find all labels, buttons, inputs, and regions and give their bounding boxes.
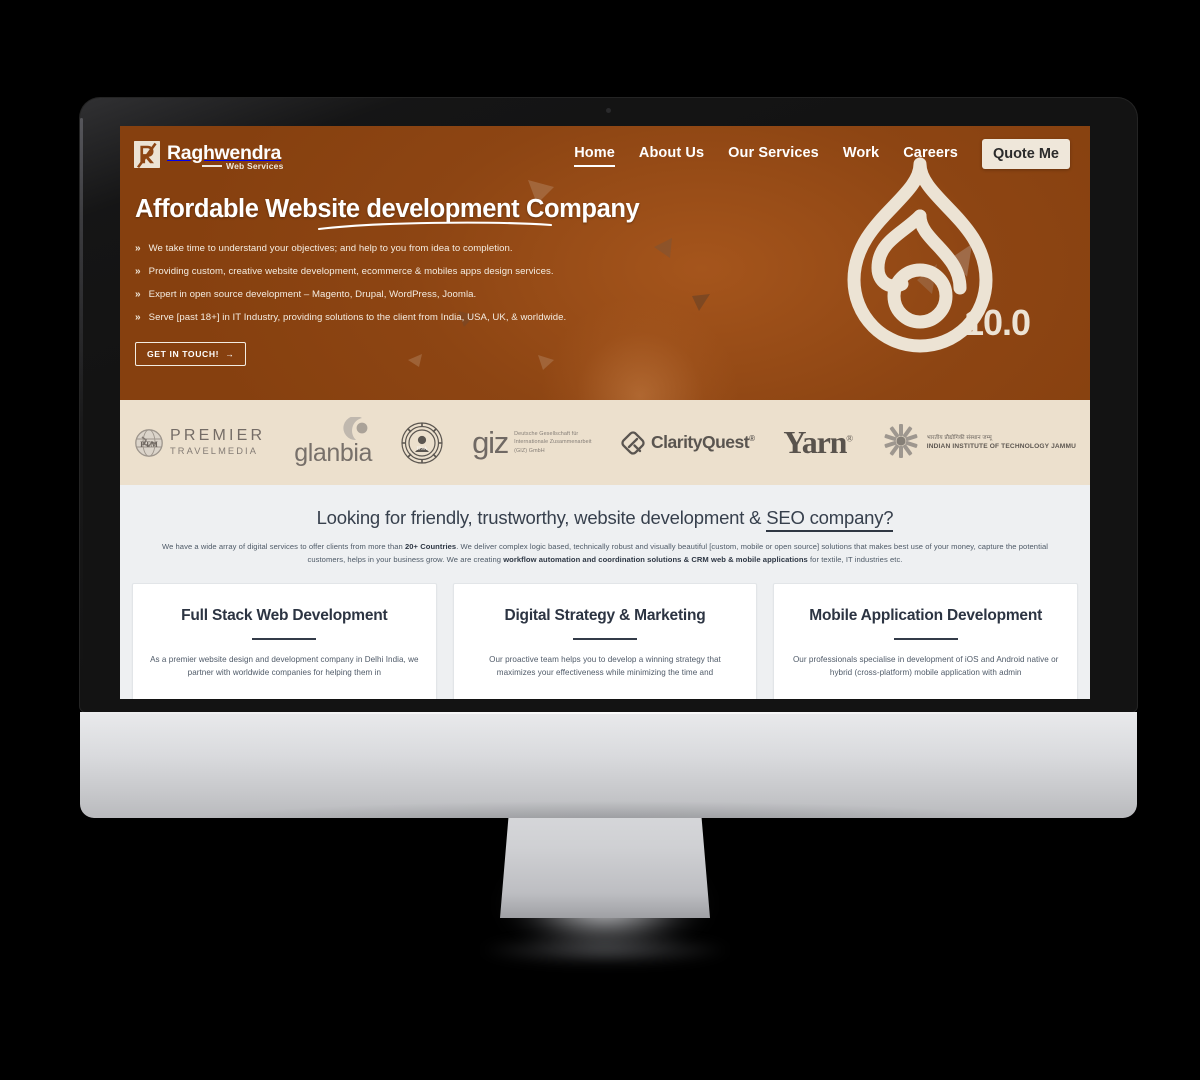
hero-bullet-text: Expert in open source development – Mage…	[148, 289, 477, 300]
hero-bullet-list: » We take time to understand your object…	[135, 243, 720, 324]
client-logo-giz: giz Deutsche Gesellschaft für Internatio…	[472, 424, 592, 460]
card-body: Our proactive team helps you to develop …	[489, 654, 721, 678]
card-body: Our professionals specialise in developm…	[792, 654, 1059, 678]
hero-bullet: » Providing custom, creative website dev…	[135, 266, 720, 278]
double-chevron-right-icon: »	[135, 312, 141, 323]
paragraph-part-bold: workflow automation and coordination sol…	[503, 555, 808, 565]
paragraph-part-bold: 20+ Countries	[404, 542, 457, 551]
stand-foot-shadow	[430, 930, 780, 970]
card-divider	[893, 638, 958, 640]
globe-icon: PTM	[135, 428, 163, 457]
client-name-clarityquest: ClarityQuest®	[651, 432, 755, 452]
bezel-left-edge	[80, 118, 83, 678]
card-title: Full Stack Web Development	[181, 606, 388, 624]
iit-jammu-emblem-icon	[884, 423, 918, 458]
title-underline-swoosh-icon	[317, 221, 553, 231]
client-name-glanbia: glanbia	[294, 439, 373, 467]
client-logo-premier-travel-media: PTM PREMIER TRAVELMEDIA	[134, 428, 265, 458]
double-chevron-right-icon: »	[135, 243, 141, 254]
hero-bullet: » Serve [past 18+] in IT Industry, provi…	[135, 312, 720, 324]
client-name-iit-jammu: भारतीय प्रौद्योगिकी संस्थान जम्मू INDIAN…	[927, 435, 1076, 451]
brand-tagline-row: Web Services	[168, 161, 1090, 171]
client-logo-iit-jammu: भारतीय प्रौद्योगिकी संस्थान जम्मू INDIAN…	[881, 422, 1076, 464]
client-logo-strip: PTM PREMIER TRAVELMEDIA glanbia IPSA giz…	[120, 400, 1090, 485]
drupal-droplet-graphic: 10.0	[836, 154, 1031, 359]
desktop-monitor: Raghwendra Home About Us Our Services Wo…	[80, 98, 1137, 712]
brand-tagline: Web Services	[226, 161, 284, 171]
clarityquest-diamond-icon	[621, 430, 645, 455]
monitor-stand-neck	[500, 818, 710, 918]
svg-text:PTM: PTM	[140, 440, 158, 449]
paragraph-part: We have a wide array of digital services…	[161, 542, 405, 551]
card-title: Digital Strategy & Marketing	[504, 606, 706, 624]
client-name-premier: PREMIER TRAVELMEDIA	[170, 428, 265, 456]
website-page: Raghwendra Home About Us Our Services Wo…	[120, 126, 1090, 699]
service-cards: Full Stack Web Development As a premier …	[120, 567, 1090, 699]
hero-bullet-text: Providing custom, creative website devel…	[148, 266, 554, 277]
chin-shadow	[80, 784, 1137, 818]
client-name-yarn: Yarn®	[783, 424, 853, 460]
premier-line2: TRAVELMEDIA	[170, 446, 259, 457]
client-name-giz: giz	[472, 424, 509, 460]
client-logo-government-seal: IPSA	[401, 421, 443, 464]
screen-viewport: Raghwendra Home About Us Our Services Wo…	[120, 126, 1090, 699]
client-logo-glanbia: glanbia	[294, 417, 372, 468]
hero-title: Affordable Website development Company	[135, 195, 640, 231]
double-chevron-right-icon: »	[135, 289, 141, 300]
service-card-mobile-application-development[interactable]: Mobile Application Development Our profe…	[773, 582, 1079, 699]
iit-english-name: INDIAN INSTITUTE OF TECHNOLOGY JAMMU	[926, 442, 1076, 450]
webcam-icon	[606, 108, 611, 113]
hero-copy: Affordable Website development Company »…	[120, 171, 720, 366]
client-logo-yarn: Yarn®	[783, 424, 853, 461]
drupal-version-label: 10.0	[964, 302, 1031, 343]
section-paragraph: We have a wide array of digital services…	[155, 540, 1055, 567]
card-title: Mobile Application Development	[809, 606, 1043, 624]
screenshot-stage: Raghwendra Home About Us Our Services Wo…	[0, 0, 1200, 1080]
get-in-touch-button[interactable]: GET IN TOUCH! →	[135, 342, 247, 366]
hero-bullet-text: We take time to understand your objectiv…	[148, 243, 513, 254]
brand-rule	[202, 165, 222, 167]
card-divider	[573, 638, 637, 640]
hero-section: Raghwendra Home About Us Our Services Wo…	[120, 126, 1090, 400]
svg-text:IPSA: IPSA	[417, 447, 428, 452]
section-heading: Looking for friendly, trustworthy, websi…	[120, 507, 1090, 532]
double-chevron-right-icon: »	[135, 266, 141, 277]
hero-bullet: » Expert in open source development – Ma…	[135, 289, 720, 301]
paragraph-part: for textile, IT industries etc.	[807, 555, 903, 565]
government-seal-icon: IPSA	[401, 421, 443, 464]
hero-bullet-text: Serve [past 18+] in IT Industry, providi…	[148, 312, 567, 323]
section-heading-underlined: SEO company?	[766, 507, 894, 532]
client-desc-giz: Deutsche Gesellschaft für Internationale…	[514, 430, 592, 454]
monitor-chin	[80, 712, 1137, 818]
arrow-right-icon: →	[225, 349, 235, 359]
section-heading-prefix: Looking for friendly, trustworthy, websi…	[316, 507, 767, 528]
premier-line1: PREMIER	[170, 427, 266, 445]
service-card-digital-strategy-marketing[interactable]: Digital Strategy & Marketing Our proacti…	[452, 582, 758, 699]
iit-hindi-name: भारतीय प्रौद्योगिकी संस्थान जम्मू	[926, 434, 992, 441]
client-logo-clarityquest: ClarityQuest®	[621, 430, 755, 455]
service-card-full-stack-web-development[interactable]: Full Stack Web Development As a premier …	[132, 582, 437, 699]
card-body: As a premier website design and developm…	[150, 654, 419, 678]
get-in-touch-label: GET IN TOUCH!	[147, 349, 220, 359]
services-intro-section: Looking for friendly, trustworthy, websi…	[120, 485, 1090, 699]
card-divider	[252, 638, 317, 640]
hero-bullet: » We take time to understand your object…	[135, 243, 720, 255]
